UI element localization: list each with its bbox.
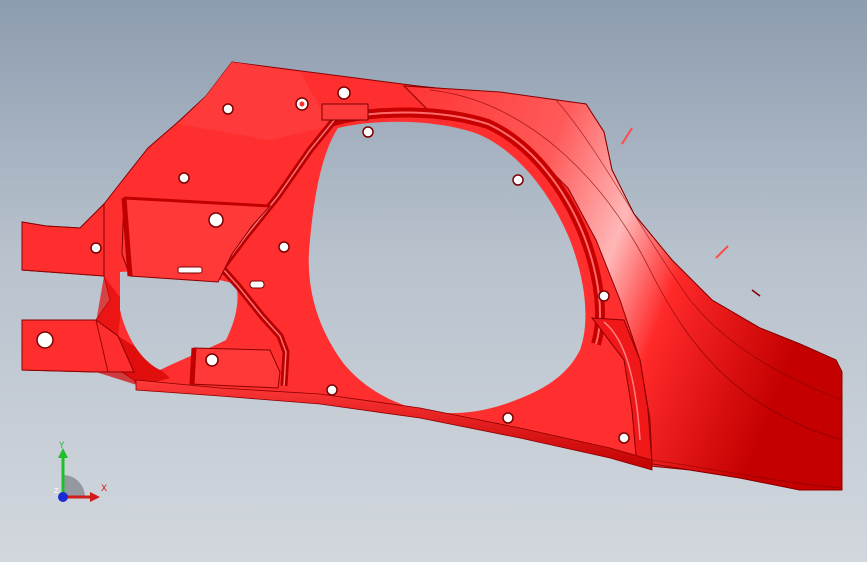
left-upper-tab[interactable] bbox=[21, 202, 105, 277]
top-slot-tab bbox=[321, 103, 369, 121]
edge-tab bbox=[715, 245, 729, 259]
triad-graphic bbox=[58, 448, 100, 502]
sheet-metal-part-model[interactable] bbox=[0, 0, 867, 562]
y-axis-label: Y bbox=[59, 441, 65, 451]
z-axis-dot bbox=[58, 492, 68, 502]
slot-cutout bbox=[249, 280, 265, 289]
lower-bracket[interactable] bbox=[189, 347, 281, 389]
graphics-viewport[interactable]: Y X Z bbox=[0, 0, 867, 562]
x-axis-label: X bbox=[101, 484, 108, 494]
z-axis-label: Z bbox=[54, 487, 59, 495]
axis-triad: Y X Z bbox=[40, 440, 120, 520]
edge-tab bbox=[621, 127, 633, 145]
slot-cutout bbox=[177, 266, 203, 274]
